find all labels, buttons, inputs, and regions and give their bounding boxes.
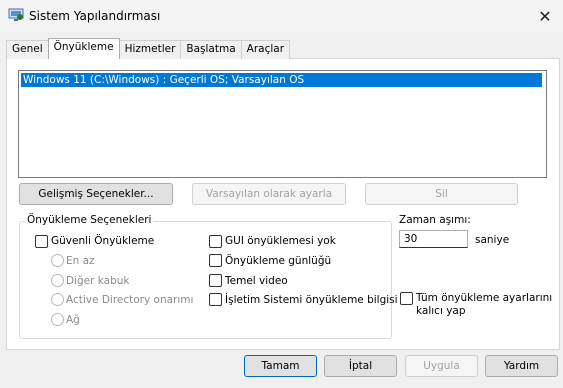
- os-boot-info-checkbox[interactable]: [209, 293, 222, 306]
- close-icon: ✕: [538, 6, 552, 26]
- boot-entries-list[interactable]: Windows 11 (C:\Windows) : Geçerli OS; Va…: [18, 70, 547, 178]
- no-gui-boot-label: GUI önyüklemesi yok: [225, 235, 336, 247]
- base-video-checkbox[interactable]: [209, 274, 222, 287]
- close-button[interactable]: ✕: [527, 0, 563, 32]
- tab-general[interactable]: Genel: [6, 40, 49, 59]
- tab-strip: Genel Önyükleme Hizmetler Başlatma Araçl…: [6, 38, 291, 59]
- apply-button[interactable]: Uygula: [405, 355, 478, 377]
- ad-repair-label: Active Directory onarımı: [66, 294, 194, 306]
- timeout-unit: saniye: [475, 234, 510, 246]
- make-permanent-label-line1: Tüm önyükleme ayarlarını: [416, 292, 553, 304]
- cancel-button[interactable]: İptal: [324, 355, 397, 377]
- safe-boot-checkbox[interactable]: [35, 235, 48, 248]
- timeout-input[interactable]: 30: [399, 230, 468, 248]
- list-item[interactable]: Windows 11 (C:\Windows) : Geçerli OS; Va…: [21, 73, 542, 87]
- base-video-label: Temel video: [225, 275, 288, 287]
- alternate-shell-radio[interactable]: [51, 274, 64, 287]
- safe-boot-label: Güvenli Önyükleme: [51, 235, 155, 247]
- make-permanent-label-line2: kalıcı yap: [416, 305, 466, 317]
- ok-button[interactable]: Tamam: [244, 355, 317, 377]
- tab-startup[interactable]: Başlatma: [180, 40, 242, 59]
- alternate-shell-label: Diğer kabuk: [66, 275, 130, 287]
- title-bar: Sistem Yapılandırması ✕: [0, 0, 563, 32]
- tab-boot[interactable]: Önyükleme: [47, 38, 120, 59]
- no-gui-boot-checkbox[interactable]: [209, 235, 222, 248]
- make-permanent-checkbox[interactable]: [400, 292, 413, 305]
- help-button[interactable]: Yardım: [485, 355, 558, 377]
- tab-services[interactable]: Hizmetler: [118, 40, 182, 59]
- os-boot-info-label: İşletim Sistemi önyükleme bilgisi: [225, 294, 398, 306]
- minimal-radio[interactable]: [51, 254, 64, 267]
- minimal-label: En az: [66, 255, 95, 267]
- timeout-label: Zaman aşımı:: [399, 214, 471, 226]
- delete-button[interactable]: Sil: [365, 183, 518, 205]
- boot-log-checkbox[interactable]: [209, 254, 222, 267]
- set-default-button[interactable]: Varsayılan olarak ayarla: [192, 183, 346, 205]
- ad-repair-radio[interactable]: [51, 293, 64, 306]
- advanced-options-button[interactable]: Gelişmiş Seçenekler...: [19, 183, 173, 205]
- network-label: Ağ: [66, 314, 80, 326]
- window-title: Sistem Yapılandırması: [29, 9, 161, 23]
- network-radio[interactable]: [51, 313, 64, 326]
- boot-options-legend: Önyükleme Seçenekleri: [25, 214, 154, 226]
- boot-log-label: Önyükleme günlüğü: [225, 255, 332, 267]
- system-config-icon: [8, 8, 24, 21]
- tab-tools[interactable]: Araçlar: [240, 40, 291, 59]
